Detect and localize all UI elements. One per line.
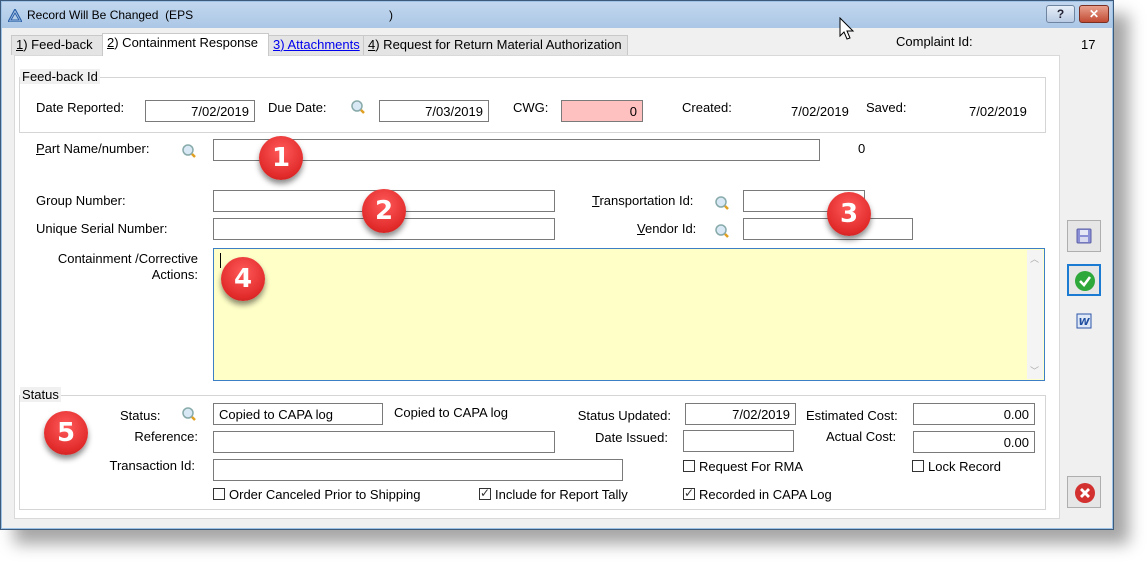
actual-cost-label: Actual Cost: [826, 429, 897, 444]
part-name-label-accel: P [36, 141, 45, 156]
save-button[interactable] [1067, 220, 1101, 252]
close-button[interactable]: ✕ [1079, 5, 1109, 23]
date-reported-field[interactable] [145, 100, 255, 122]
help-button[interactable]: ? [1046, 5, 1075, 23]
title-bar: Record Will Be Changed (EPS ) ? ✕ [2, 2, 1112, 28]
text-caret [220, 253, 221, 268]
saved-value: 7/02/2019 [969, 104, 1027, 119]
cwg-field[interactable] [561, 100, 643, 122]
cancel-icon [1075, 483, 1095, 503]
scroll-down-icon[interactable]: ﹀ [1030, 364, 1039, 377]
include-report-tally-box[interactable] [479, 486, 491, 500]
complaint-id-value: 17 [1081, 37, 1096, 52]
complaint-id-label: Complaint Id: [896, 34, 973, 49]
containment-actions-textarea[interactable]: ︿ ﹀ [213, 248, 1045, 381]
transportation-lookup-icon[interactable] [714, 195, 730, 211]
save-icon [1076, 228, 1092, 244]
estimated-cost-label: Estimated Cost: [806, 408, 898, 423]
window-title: Record Will Be Changed (EPS [27, 8, 194, 22]
group-number-label: Group Number: [36, 193, 126, 208]
ok-button[interactable] [1067, 264, 1101, 296]
status-field[interactable] [213, 403, 383, 425]
tab-request-rma[interactable]: 4) Request for Return Material Authoriza… [363, 35, 628, 55]
tab-feedback[interactable]: 1) Feed-back [11, 35, 103, 55]
include-report-tally-label: Include for Report Tally [495, 487, 628, 502]
part-name-label-text: art Name/number: [44, 141, 150, 156]
tab-page: Feed-back Id Date Reported: Due Date: CW… [14, 55, 1060, 519]
saved-label: Saved: [866, 100, 907, 115]
lock-record-box[interactable] [912, 460, 924, 472]
lock-record-label: Lock Record [928, 459, 1001, 474]
tab-containment-label: ) Containment Response [114, 35, 259, 50]
recorded-capa-checkbox[interactable]: Recorded in CAPA Log [683, 486, 832, 502]
status-label: Status: [120, 408, 161, 423]
feedback-id-legend: Feed-back Id [20, 69, 100, 84]
status-updated-label: Status Updated: [577, 408, 671, 423]
date-reported-label: Date Reported: [36, 100, 125, 115]
created-value: 7/02/2019 [791, 104, 849, 119]
tab-containment-response[interactable]: 2) Containment Response [102, 33, 269, 56]
callout-badge-2: 2 [362, 189, 406, 233]
estimated-cost-field[interactable] [913, 403, 1035, 425]
ok-check-icon [1075, 271, 1095, 291]
callout-badge-5: 5 [44, 411, 88, 455]
vendor-id-text: endor Id: [644, 221, 697, 236]
window-title-suffix: ) [389, 8, 393, 22]
status-updated-field[interactable] [685, 403, 796, 425]
callout-badge-4: 4 [221, 257, 265, 301]
order-canceled-box[interactable] [213, 488, 225, 500]
word-export-icon: W [1076, 313, 1092, 329]
tab-attachments[interactable]: 3) Attachments [268, 35, 364, 55]
created-label: Created: [682, 100, 732, 115]
order-canceled-checkbox[interactable]: Order Canceled Prior to Shipping [213, 487, 421, 502]
part-name-field[interactable] [213, 139, 820, 161]
vendor-id-label: Vendor Id: [637, 221, 696, 236]
date-issued-label: Date Issued: [595, 430, 668, 445]
textarea-scrollbar[interactable]: ︿ ﹀ [1027, 250, 1043, 379]
date-issued-field[interactable] [683, 430, 794, 452]
part-lookup-icon[interactable] [181, 143, 197, 159]
status-legend: Status [20, 387, 61, 402]
tab-rma-label: ) Request for Return Material Authorizat… [375, 37, 622, 52]
cwg-label: CWG: [513, 100, 549, 115]
tab-attachments-label: ) Attachments [280, 37, 360, 52]
request-rma-label: Request For RMA [699, 459, 804, 474]
include-report-tally-checkbox[interactable]: Include for Report Tally [479, 486, 628, 502]
tab-feedback-label: ) Feed-back [23, 37, 93, 52]
containment-label-line2: Actions: [151, 267, 198, 282]
reference-field[interactable] [213, 431, 555, 453]
transportation-id-text: ransportation Id: [599, 193, 694, 208]
word-export-button[interactable]: W [1067, 306, 1101, 338]
due-date-label: Due Date: [268, 100, 327, 115]
recorded-capa-label: Recorded in CAPA Log [699, 487, 832, 502]
callout-badge-1: 1 [259, 136, 303, 180]
due-date-field[interactable] [379, 100, 489, 122]
containment-label-line1: Containment /Corrective [57, 251, 198, 266]
transaction-id-label: Transaction Id: [109, 458, 195, 473]
cancel-button[interactable] [1067, 476, 1101, 508]
order-canceled-label: Order Canceled Prior to Shipping [229, 487, 421, 502]
due-date-lookup-icon[interactable] [350, 99, 366, 115]
recorded-capa-box[interactable] [683, 486, 695, 500]
dialog-window: Record Will Be Changed (EPS ) ? ✕ 1) Fee… [0, 0, 1114, 530]
vendor-id-accel: V [637, 221, 645, 236]
svg-text:W: W [1078, 317, 1090, 328]
part-count: 0 [858, 141, 866, 156]
serial-number-label: Unique Serial Number: [36, 221, 168, 236]
vendor-lookup-icon[interactable] [714, 223, 730, 239]
part-name-label: Part Name/number: [36, 141, 149, 156]
request-rma-checkbox[interactable]: Request For RMA [683, 459, 803, 474]
status-description: Copied to CAPA log [394, 405, 508, 420]
status-lookup-icon[interactable] [181, 406, 197, 422]
app-logo-icon [8, 9, 22, 22]
transaction-id-field[interactable] [213, 459, 623, 481]
mouse-cursor-icon [839, 17, 855, 40]
request-rma-box[interactable] [683, 460, 695, 472]
callout-badge-3: 3 [827, 192, 871, 236]
transportation-id-label: Transportation Id: [592, 193, 693, 208]
actual-cost-field[interactable] [913, 431, 1035, 453]
lock-record-checkbox[interactable]: Lock Record [912, 459, 1001, 474]
scroll-up-icon[interactable]: ︿ [1030, 252, 1039, 265]
